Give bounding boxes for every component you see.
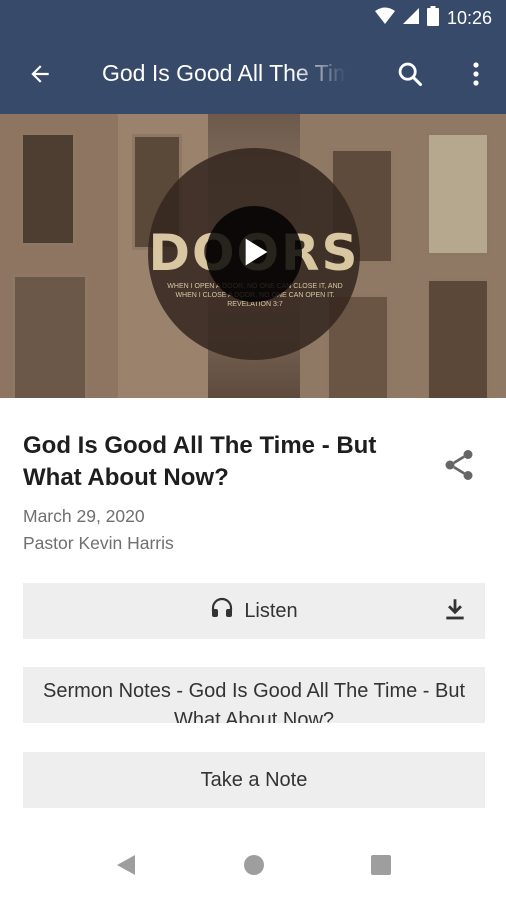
search-icon (396, 60, 424, 93)
wifi-icon (374, 7, 395, 30)
back-triangle-icon (115, 854, 137, 881)
status-bar: 10:26 (0, 0, 506, 36)
sermon-speaker: Pastor Kevin Harris (23, 533, 174, 553)
take-note-button[interactable]: Take a Note (23, 752, 485, 808)
share-button[interactable] (438, 446, 480, 488)
status-time: 10:26 (446, 7, 492, 28)
more-options-button[interactable] (458, 56, 494, 96)
door-graphic (426, 132, 490, 256)
share-icon (441, 447, 477, 488)
door-graphic (20, 132, 76, 246)
back-button[interactable] (20, 56, 60, 96)
download-button[interactable] (441, 597, 469, 625)
headphones-icon (210, 596, 234, 626)
app-bar-title: God Is Good All The Time - But What Abou… (102, 60, 346, 86)
door-graphic (12, 274, 88, 398)
video-player[interactable]: DOORS WHEN I OPEN A DOOR, NO ONE CAN CLO… (0, 114, 506, 398)
arrow-left-icon (27, 61, 53, 92)
home-circle-icon (243, 854, 265, 881)
sermon-notes-button[interactable]: Sermon Notes - God Is Good All The Time … (23, 667, 485, 723)
app-bar: God Is Good All The Time - But What Abou… (0, 36, 506, 114)
recents-square-icon (370, 854, 392, 881)
play-icon (234, 232, 274, 277)
play-button[interactable] (206, 206, 302, 302)
nav-recents-button[interactable] (366, 852, 396, 882)
listen-content: Listen (210, 596, 298, 626)
cellular-signal-icon (402, 7, 419, 30)
status-icons: 10:26 (374, 0, 492, 36)
sermon-title: God Is Good All The Time - But What Abou… (23, 432, 377, 491)
nav-back-button[interactable] (111, 852, 141, 882)
download-icon (442, 596, 468, 627)
sermon-date: March 29, 2020 (23, 506, 145, 526)
sermon-notes-label: Sermon Notes - God Is Good All The Time … (42, 680, 466, 723)
search-button[interactable] (390, 56, 430, 96)
listen-label: Listen (244, 599, 298, 622)
more-vertical-icon (472, 61, 480, 92)
listen-button[interactable]: Listen (23, 583, 485, 639)
door-graphic (426, 278, 490, 398)
nav-home-button[interactable] (239, 852, 269, 882)
battery-icon (426, 5, 439, 31)
navigation-bar (0, 830, 506, 900)
